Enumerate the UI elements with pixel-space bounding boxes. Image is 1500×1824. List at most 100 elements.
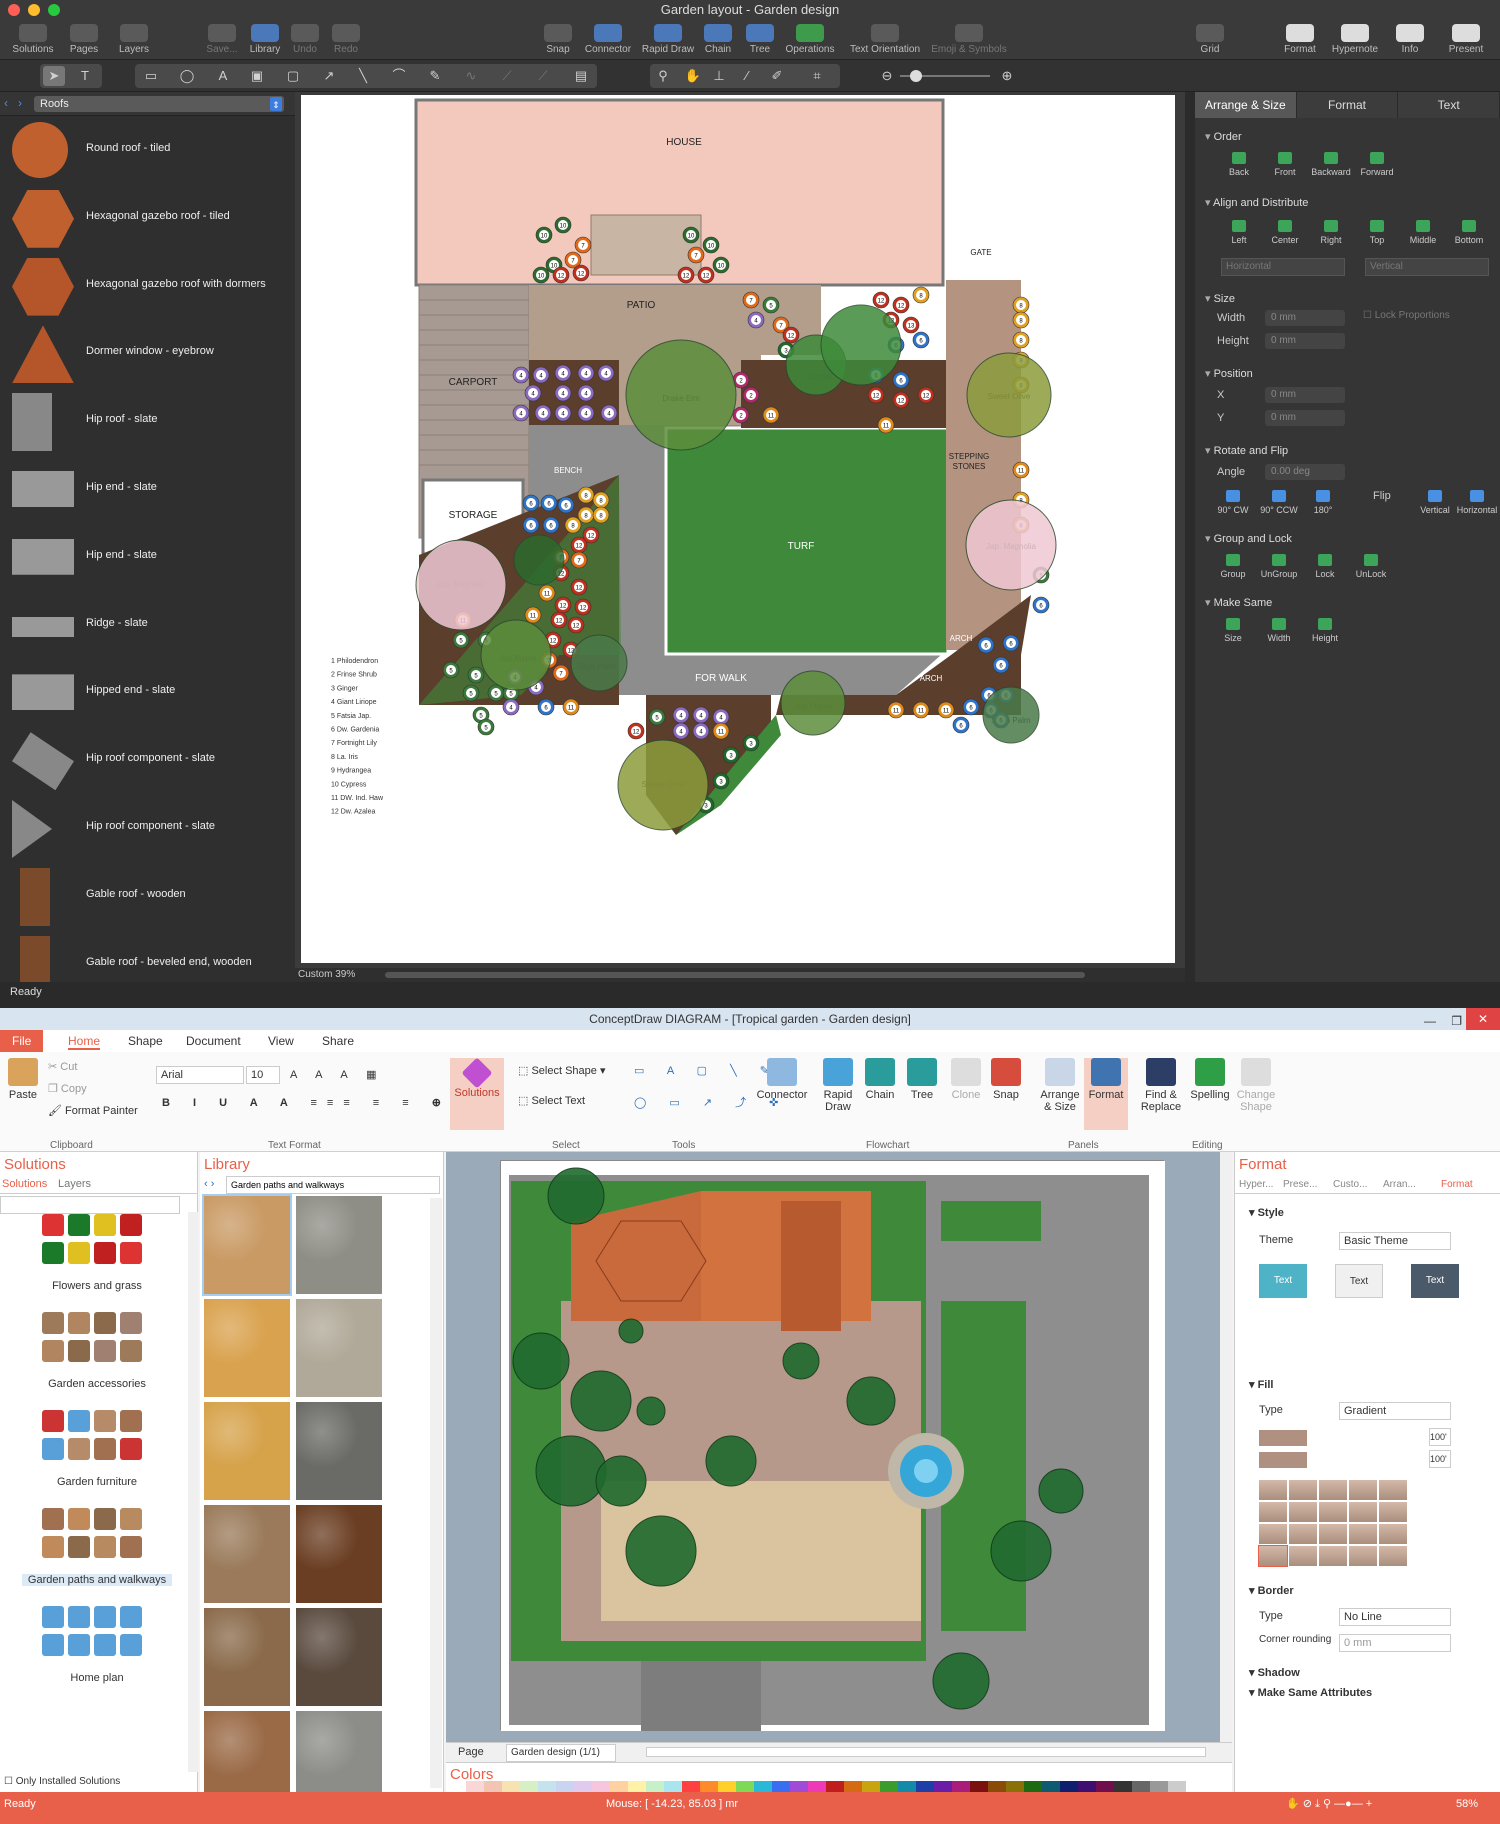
plant-symbol[interactable]: 11: [712, 722, 730, 740]
plant-symbol[interactable]: 11: [1012, 461, 1030, 479]
make-same-attributes-section[interactable]: Make Same Attributes: [1249, 1686, 1373, 1699]
plant-symbol[interactable]: 12: [867, 386, 885, 404]
plant-symbol[interactable]: 5: [762, 296, 780, 314]
textbox-tool-icon[interactable]: ▣: [246, 66, 268, 86]
library-item[interactable]: Hip roof component - slate: [0, 796, 295, 863]
plant-symbol[interactable]: 7: [552, 664, 570, 682]
plant-symbol[interactable]: 12: [567, 616, 585, 634]
fill-swatch[interactable]: [1349, 1480, 1377, 1500]
plant-symbol[interactable]: 7: [574, 236, 592, 254]
tab-arrange-size[interactable]: Arrange & Size: [1195, 92, 1297, 118]
bezier-tool-icon[interactable]: ∿: [460, 66, 482, 86]
pointer-tool-icon[interactable]: ➤: [43, 66, 65, 86]
x-field[interactable]: 0 mm: [1265, 387, 1345, 403]
group-button[interactable]: Group: [1209, 554, 1257, 579]
tab-hyper[interactable]: Hyper...: [1239, 1179, 1273, 1190]
plant-symbol[interactable]: 10: [532, 266, 550, 284]
plant-symbol[interactable]: 8: [592, 491, 610, 509]
plant-symbol[interactable]: 5: [442, 661, 460, 679]
solutions-button[interactable]: Solutions: [450, 1057, 504, 1130]
plant-symbol[interactable]: 11: [912, 701, 930, 719]
library-selector[interactable]: Roofs ⇕: [34, 96, 284, 112]
plant-symbol[interactable]: 8: [912, 286, 930, 304]
restore-icon[interactable]: ❐: [1451, 1010, 1462, 1032]
flip-vertical-button[interactable]: Vertical: [1411, 490, 1459, 515]
plant-symbol[interactable]: 4: [532, 366, 550, 384]
cut-button[interactable]: ✂ Cut: [48, 1060, 77, 1073]
same-size-button[interactable]: Size: [1209, 618, 1257, 643]
angle-field[interactable]: 0.00 deg: [1265, 464, 1345, 480]
plant-symbol[interactable]: 5: [452, 631, 470, 649]
plant-symbol[interactable]: 4: [554, 384, 572, 402]
plant-symbol[interactable]: 8: [577, 486, 595, 504]
library-item[interactable]: Hip roof - slate: [0, 389, 295, 456]
position-section-title[interactable]: Position: [1205, 367, 1253, 380]
plant-symbol[interactable]: 8: [577, 506, 595, 524]
forward-arrow-icon[interactable]: ›: [18, 96, 22, 110]
shadow-section[interactable]: Shadow: [1249, 1666, 1300, 1679]
plant-symbol[interactable]: 11: [538, 584, 556, 602]
rectangle-tool-icon[interactable]: ▭: [140, 66, 162, 86]
redo-button[interactable]: Redo: [316, 22, 376, 55]
paving-tile[interactable]: [204, 1299, 290, 1397]
plant-symbol[interactable]: 12: [892, 296, 910, 314]
eyedropper-tool-icon[interactable]: ⁄: [736, 66, 758, 86]
plant-symbol[interactable]: 12: [872, 291, 890, 309]
rotate-cw-button[interactable]: 90° CW: [1209, 490, 1257, 515]
plant-symbol[interactable]: 4: [512, 404, 530, 422]
fill-swatch[interactable]: [1258, 1545, 1288, 1567]
paving-tile[interactable]: [202, 1194, 292, 1296]
hand-tool-icon[interactable]: ✋: [682, 66, 704, 86]
fill-swatch[interactable]: [1259, 1524, 1287, 1544]
back-arrow-icon[interactable]: ‹: [4, 96, 8, 110]
plant-symbol[interactable]: 11: [937, 701, 955, 719]
text-orientation-button[interactable]: Text Orientation: [840, 22, 930, 55]
plant-symbol[interactable]: 11: [887, 701, 905, 719]
same-width-button[interactable]: Width: [1255, 618, 1303, 643]
close-window-button[interactable]: [8, 4, 20, 16]
crop-tool-icon[interactable]: ⌗: [806, 66, 828, 86]
lock-button[interactable]: Lock: [1301, 554, 1349, 579]
plant-symbol[interactable]: 6: [542, 516, 560, 534]
library-item[interactable]: Dormer window - eyebrow: [0, 321, 295, 388]
rapid-draw-button[interactable]: Rapid Draw: [818, 1058, 858, 1113]
tree-canopy[interactable]: [513, 534, 565, 586]
tab-format[interactable]: Format: [1441, 1179, 1473, 1190]
solution-icon-grid[interactable]: [42, 1606, 158, 1666]
group-section-title[interactable]: Group and Lock: [1205, 532, 1292, 545]
select-shape-button[interactable]: ⬚ Select Shape ▾: [518, 1064, 605, 1077]
zoom-slider-handle[interactable]: [910, 70, 922, 82]
plant-symbol[interactable]: 2: [732, 406, 750, 424]
font-select[interactable]: Arial: [156, 1066, 244, 1084]
arrow-tool-icon[interactable]: ↗: [318, 66, 340, 86]
library-item[interactable]: Gable roof - wooden: [0, 864, 295, 931]
width-field[interactable]: 0 mm: [1265, 310, 1345, 326]
tab-custom[interactable]: Custo...: [1333, 1179, 1367, 1190]
plant-symbol[interactable]: 4: [554, 364, 572, 382]
plant-symbol[interactable]: 7: [742, 291, 760, 309]
plant-symbol[interactable]: 8: [1012, 331, 1030, 349]
zoom-window-button[interactable]: [48, 4, 60, 16]
plant-symbol[interactable]: 7: [687, 246, 705, 264]
paving-tile[interactable]: [296, 1505, 382, 1603]
plant-symbol[interactable]: 4: [692, 706, 710, 724]
plant-symbol[interactable]: 8: [1012, 296, 1030, 314]
tab-shape[interactable]: Shape: [128, 1034, 163, 1048]
text-select-tool-icon[interactable]: T: [74, 66, 96, 86]
tree-canopy[interactable]: [625, 339, 737, 451]
plant-symbol[interactable]: 6: [977, 636, 995, 654]
fill-swatch[interactable]: [1259, 1480, 1287, 1500]
tree-canopy[interactable]: [617, 739, 709, 831]
plant-symbol[interactable]: 4: [524, 384, 542, 402]
library-item[interactable]: Hip roof component - slate: [0, 728, 295, 795]
align-bottom-button[interactable]: Bottom: [1445, 220, 1493, 245]
tab-layers[interactable]: Layers: [58, 1178, 91, 1190]
plant-symbol[interactable]: 12: [627, 722, 645, 740]
plant-symbol[interactable]: 12: [574, 598, 592, 616]
fill-swatch[interactable]: [1319, 1502, 1347, 1522]
plant-symbol[interactable]: 6: [1002, 634, 1020, 652]
library-item[interactable]: Ridge - slate: [0, 593, 295, 660]
solutions-scrollbar[interactable]: [188, 1212, 198, 1772]
plant-symbol[interactable]: 4: [747, 311, 765, 329]
send-back-button[interactable]: Back: [1215, 152, 1263, 177]
